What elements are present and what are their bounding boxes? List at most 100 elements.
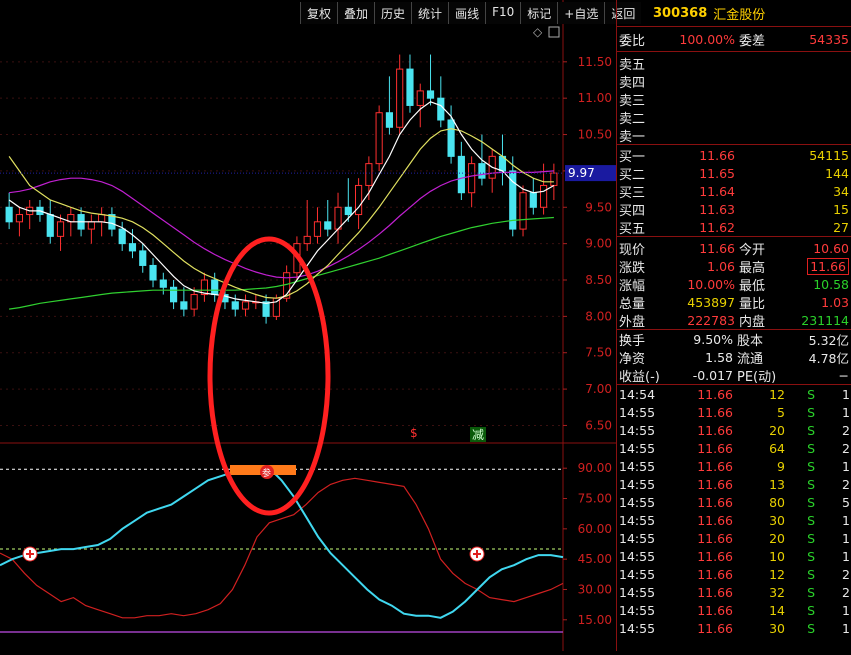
sell-row: 卖五 (617, 54, 851, 73)
tick-count: 2 (842, 476, 850, 492)
tick-list[interactable]: 14:54 11.66 12 S 1 14:55 11.66 5 S 1 14:55 11.66 20 S… (617, 384, 851, 637)
candle-body (262, 301, 270, 317)
kline-chart[interactable]: 11.5011.0010.5010.009.509.008.508.007.50… (0, 0, 616, 651)
candle-body (468, 163, 476, 194)
tick-count: 1 (842, 620, 850, 636)
candle-body (118, 228, 126, 245)
tick-side: S (807, 602, 815, 618)
stat-row: 外盘 222783 内盘 231114 (617, 311, 851, 330)
stat-value: 1.06 (707, 258, 735, 274)
toolbar-button-4[interactable]: 画线 (448, 2, 486, 24)
candle-body (149, 264, 157, 281)
tick-time: 14:55 (619, 512, 656, 528)
stat-value: 10.00% (687, 276, 735, 292)
tick-side: S (807, 620, 815, 636)
candle-body (426, 90, 435, 99)
toolbar-button-7[interactable]: +自选 (557, 2, 605, 24)
tick-side: S (807, 440, 815, 456)
candle-body (211, 279, 219, 296)
tick-time: 14:55 (619, 602, 656, 618)
toolbar-button-1[interactable]: 叠加 (337, 2, 375, 24)
stat2-value: 1.58 (705, 349, 733, 365)
tick-price: 11.66 (697, 404, 733, 420)
quote-panel: 300368 汇金股份 委比 100.00% 委差 54335 卖五 卖四 卖三 卖二… (616, 0, 851, 651)
buy-label: 买五 (619, 221, 646, 237)
tick-side: S (807, 386, 815, 402)
stat-label-2: 今开 (739, 242, 766, 258)
tick-count: 5 (842, 494, 850, 510)
stat-label-2: 量比 (739, 296, 766, 312)
tick-volume: 9 (777, 458, 785, 474)
candle-body (56, 221, 65, 237)
candle-body (180, 301, 188, 310)
buy-price: 11.62 (699, 219, 735, 235)
osc-tick-label: 30.00 (578, 582, 612, 596)
tick-price: 11.66 (697, 548, 733, 564)
toolbar-button-0[interactable]: 复权 (300, 2, 338, 24)
tick-count: 1 (842, 512, 850, 528)
tick-time: 14:55 (619, 494, 656, 510)
tick-price: 11.66 (697, 584, 733, 600)
buy-price: 11.65 (699, 165, 735, 181)
toolbar-button-3[interactable]: 统计 (411, 2, 449, 24)
price-tick-label: 9.00 (585, 237, 612, 251)
candle-body (241, 301, 250, 310)
tick-row: 14:55 11.66 30 S 1 (617, 511, 851, 529)
tick-time: 14:54 (619, 386, 656, 402)
stat-label: 总量 (619, 296, 646, 312)
tick-side: S (807, 494, 815, 510)
buy-volume: 54115 (809, 147, 849, 163)
stat-row: 涨幅 10.00% 最低 10.58 (617, 275, 851, 294)
candle-body (303, 235, 311, 245)
stat-value: 453897 (687, 294, 735, 310)
toolbar-button-2[interactable]: 历史 (374, 2, 412, 24)
candle-body (159, 279, 167, 288)
tick-price: 11.66 (697, 530, 733, 546)
stat-label: 涨幅 (619, 278, 646, 294)
buy-label: 买四 (619, 203, 646, 219)
weibi-label: 委比 (619, 33, 646, 49)
tick-time: 14:55 (619, 620, 656, 636)
stat-label: 现价 (619, 242, 646, 258)
candle-body (170, 286, 178, 303)
stat2-label-2: PE(动) (737, 369, 777, 385)
price-tick-label: 10.50 (578, 128, 612, 142)
osc-tick-label: 90.00 (578, 461, 612, 475)
tick-side: S (807, 422, 815, 438)
candle-body (478, 163, 486, 179)
toolbar-button-5[interactable]: F10 (485, 2, 521, 24)
tick-row: 14:55 11.66 32 S 2 (617, 583, 851, 601)
candle-body (385, 112, 394, 128)
buy-price: 11.64 (699, 183, 735, 199)
tick-count: 1 (842, 386, 850, 402)
osc-tick-label: 15.00 (578, 613, 612, 627)
current-price-label: 9.97 (568, 166, 595, 180)
tick-time: 14:55 (619, 458, 656, 474)
buy-label: 买三 (619, 185, 646, 201)
buy-row: 买三 11.64 34 (617, 182, 851, 201)
tick-volume: 13 (769, 476, 785, 492)
candle-body (396, 68, 404, 128)
stat-label: 外盘 (619, 314, 646, 330)
candle-body (98, 214, 106, 223)
stat2-value-2: 5.32亿 (808, 332, 849, 348)
tick-price: 11.66 (697, 566, 733, 582)
price-tick-label: 11.00 (578, 91, 612, 105)
tick-volume: 12 (769, 566, 785, 582)
stat2-value-2: 4.78亿 (808, 350, 849, 366)
candle-body (231, 301, 239, 310)
candle-body (334, 206, 342, 230)
tick-volume: 5 (777, 404, 785, 420)
tick-price: 11.66 (697, 476, 733, 492)
tick-side: S (807, 458, 815, 474)
tick-time: 14:55 (619, 440, 656, 456)
window-icon (548, 26, 560, 38)
tick-time: 14:55 (619, 584, 656, 600)
candle-body (550, 172, 558, 186)
toolbar-button-6[interactable]: 标记 (520, 2, 558, 24)
tick-row: 14:55 11.66 9 S 1 (617, 457, 851, 475)
tick-row: 14:55 11.66 64 S 2 (617, 439, 851, 457)
candle-body (313, 221, 322, 237)
tick-time: 14:55 (619, 566, 656, 582)
tick-volume: 20 (769, 530, 785, 546)
